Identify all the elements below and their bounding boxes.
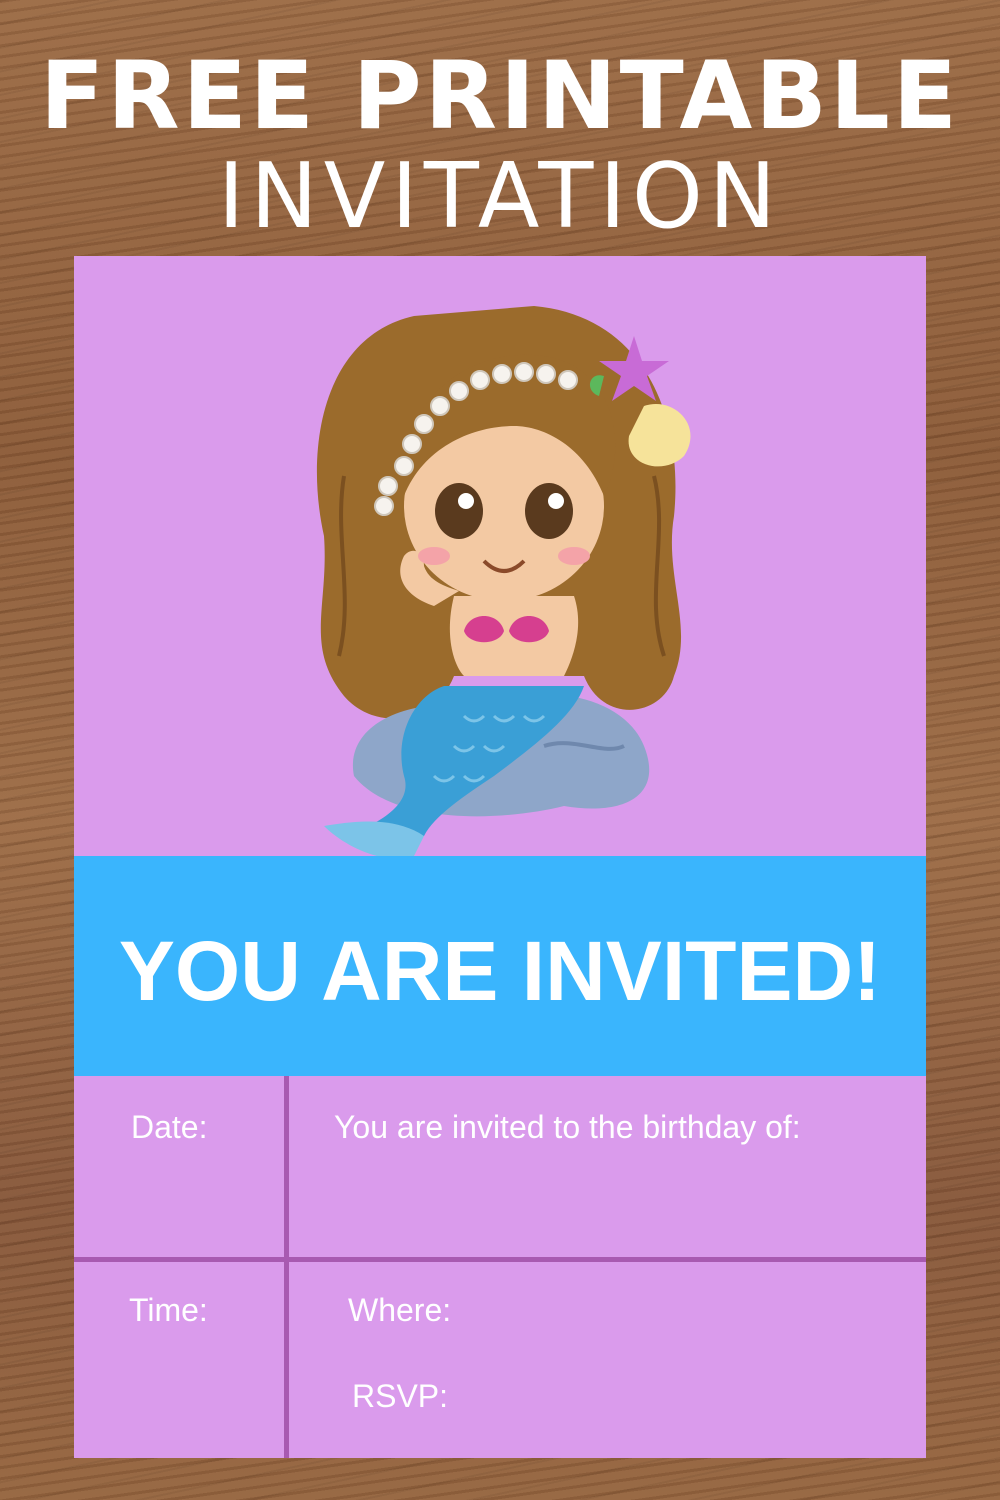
headline-line-2: INVITATION (217, 144, 783, 249)
invitation-card: YOU ARE INVITED! Date: You are invited t… (74, 256, 926, 1458)
birthday-label: You are invited to the birthday of: (334, 1109, 801, 1145)
where-label: Where: (348, 1292, 452, 1328)
rsvp-label: RSVP: (352, 1378, 449, 1414)
invited-banner: YOU ARE INVITED! (74, 856, 926, 1076)
mermaid-illustration (316, 306, 691, 859)
page-headline: FREE PRINTABLE INVITATION (0, 50, 1000, 242)
date-label: Date: (131, 1109, 208, 1145)
horizontal-divider (74, 1257, 926, 1262)
headline-line-1: FREE PRINTABLE (40, 42, 960, 151)
vertical-divider (284, 1076, 289, 1458)
time-label: Time: (129, 1292, 208, 1328)
banner-text: YOU ARE INVITED! (118, 923, 882, 1018)
